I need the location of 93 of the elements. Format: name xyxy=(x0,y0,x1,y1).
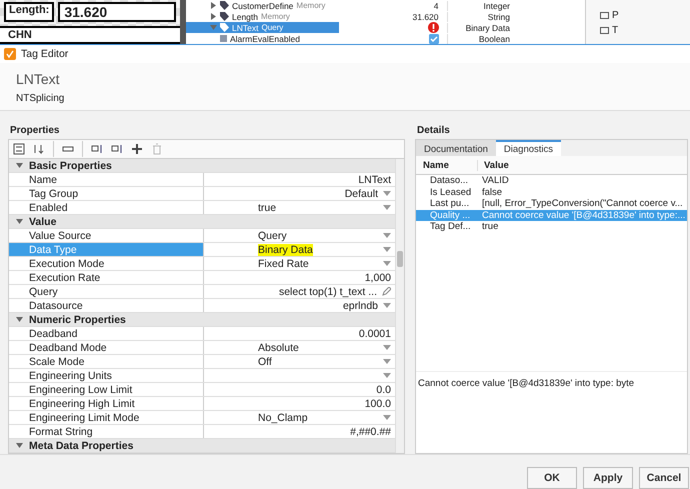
tree-item[interactable]: CustomerDefine Memory xyxy=(186,0,339,11)
dropdown-arrow-icon xyxy=(383,359,391,364)
property-value[interactable]: Query xyxy=(258,230,287,242)
app-icon xyxy=(4,48,16,60)
length-label: Length: xyxy=(4,2,54,22)
property-name[interactable]: Format String xyxy=(29,425,204,438)
column-header[interactable]: Name xyxy=(416,160,478,170)
property-value[interactable]: Fixed Rate xyxy=(258,258,309,270)
property-value[interactable]: LNText xyxy=(358,174,391,186)
square-icon xyxy=(220,35,227,42)
tab[interactable]: Diagnostics xyxy=(496,140,562,156)
property-value[interactable]: eprlndb xyxy=(342,300,378,312)
property-value[interactable]: 1,000 xyxy=(364,272,391,284)
diagnostic-name: Tag Def... xyxy=(429,221,472,232)
property-name[interactable]: Datasource xyxy=(29,299,204,312)
dropdown-arrow-icon xyxy=(383,303,391,308)
property-value[interactable]: No_Clamp xyxy=(258,412,308,424)
property-name[interactable]: Value Source xyxy=(29,229,204,242)
property-value[interactable]: #,##0.## xyxy=(350,426,391,438)
window-title: Tag Editor xyxy=(21,48,68,60)
data-type: Integer xyxy=(446,0,516,10)
dialog-button[interactable]: Apply xyxy=(583,467,633,489)
panel-title: Details xyxy=(416,125,451,138)
dropdown-arrow-icon xyxy=(383,345,391,350)
data-type: Boolean xyxy=(446,34,516,44)
dropdown-arrow-icon xyxy=(383,415,391,420)
property-value[interactable]: 0.0 xyxy=(376,384,391,396)
section-header[interactable]: Basic Properties xyxy=(29,160,112,172)
property-value[interactable]: 0.0001 xyxy=(358,328,391,340)
diagnostic-row[interactable]: Is Leased false xyxy=(416,186,687,198)
dropdown-arrow-icon xyxy=(383,261,391,266)
data-type: String xyxy=(446,12,516,22)
diagnostic-value: false xyxy=(481,186,504,198)
property-name[interactable]: Engineering High Limit xyxy=(29,397,204,410)
diagnostic-name: Is Leased xyxy=(429,186,472,198)
diagnostic-row[interactable]: Tag Def... true xyxy=(416,221,687,232)
country-label: CHN xyxy=(0,26,180,44)
property-name[interactable]: Engineering Limit Mode xyxy=(29,411,204,424)
property-value[interactable]: 100.0 xyxy=(364,398,391,410)
property-value[interactable]: select top(1) t_text ... xyxy=(278,286,377,298)
diagnostic-value: [null, Error_TypeConversion("Cannot coerce v... xyxy=(481,198,684,210)
pencil-icon xyxy=(382,287,391,296)
property-name[interactable]: Query xyxy=(29,285,204,298)
property-name[interactable]: Execution Mode xyxy=(29,257,204,270)
add-icon[interactable] xyxy=(131,143,143,155)
length-value: 31.620 xyxy=(58,2,176,22)
diagnostic-message: Cannot coerce value '[B@4d31839e' into type: byte xyxy=(416,371,687,453)
property-name[interactable]: Tag Group xyxy=(29,187,204,200)
property-name[interactable]: Engineering Units xyxy=(29,369,204,382)
dialog-button[interactable]: Cancel xyxy=(639,467,689,489)
property-value[interactable]: Binary Data xyxy=(258,244,313,256)
data-type: Binary Data xyxy=(446,22,516,32)
tree-item[interactable]: AlarmEvalEnabled xyxy=(186,33,339,44)
diagnostic-name: Last pu... xyxy=(429,198,470,210)
property-name[interactable]: Name xyxy=(29,173,204,186)
section-header[interactable]: Value xyxy=(29,216,56,228)
property-value[interactable]: Absolute xyxy=(258,342,299,354)
property-name[interactable]: Execution Rate xyxy=(29,271,204,284)
dropdown-arrow-icon xyxy=(383,191,391,196)
tree-item[interactable]: Length Memory xyxy=(186,11,339,22)
panel-title: Properties xyxy=(9,125,60,138)
property-name[interactable]: Deadband Mode xyxy=(29,341,204,354)
dropdown-arrow-icon xyxy=(383,247,391,252)
dialog-button[interactable]: OK xyxy=(527,467,577,489)
diagnostic-name: Dataso... xyxy=(429,175,470,186)
sort-icon[interactable] xyxy=(33,143,45,155)
column-header[interactable]: Value xyxy=(478,160,687,170)
diagnostic-name: Quality ... xyxy=(429,210,472,221)
property-name[interactable]: Engineering Low Limit xyxy=(29,383,204,396)
property-name[interactable]: Scale Mode xyxy=(29,355,204,368)
diagnostic-value: Cannot coerce value '[B@4d31839e' into type:... xyxy=(481,210,686,221)
tag-path: NTSplicing xyxy=(16,93,66,104)
tab[interactable]: Documentation xyxy=(416,140,496,156)
scrollbar[interactable] xyxy=(395,159,404,453)
diagnostic-value: VALID xyxy=(481,175,510,186)
property-value[interactable]: true xyxy=(258,202,276,214)
diagnostic-row[interactable]: Last pu... [null, Error_TypeConversion("Cannot coerce v... xyxy=(416,198,687,210)
panel-label[interactable]: P xyxy=(612,10,619,21)
categorized-view-icon[interactable] xyxy=(13,143,25,155)
dropdown-arrow-icon xyxy=(383,233,391,238)
diagnostic-value: true xyxy=(481,221,500,232)
tag-name: LNText xyxy=(16,71,61,87)
dropdown-arrow-icon xyxy=(383,205,391,210)
property-name[interactable]: Enabled xyxy=(29,201,204,214)
property-value[interactable]: Default xyxy=(344,188,378,200)
dropdown-arrow-icon xyxy=(383,373,391,378)
property-name[interactable]: Deadband xyxy=(29,327,204,340)
tag-value: 31.620 xyxy=(412,12,439,22)
tag-value: 4 xyxy=(434,0,439,10)
panel-label[interactable]: T xyxy=(612,25,618,36)
diagnostic-row[interactable]: Dataso... VALID xyxy=(416,175,687,186)
error-icon xyxy=(428,22,439,33)
property-value[interactable]: Off xyxy=(258,356,272,368)
